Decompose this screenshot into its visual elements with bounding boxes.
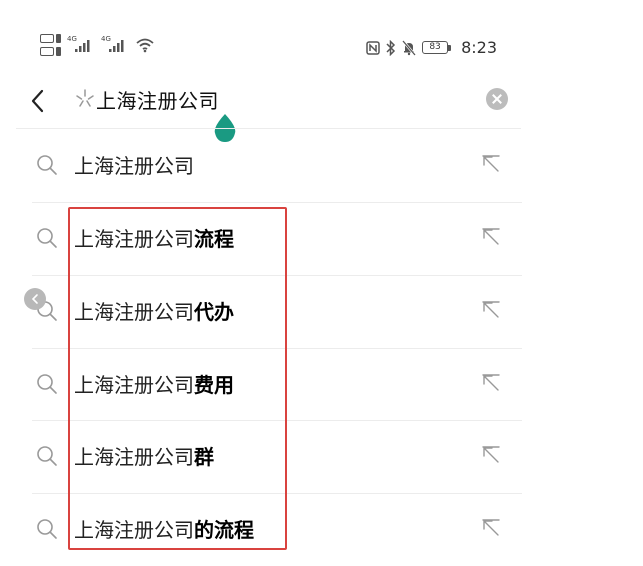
- fill-query-arrow-icon[interactable]: [482, 228, 500, 246]
- sim-cards-icon: [40, 34, 61, 56]
- battery-level: 83: [422, 41, 449, 54]
- signal-icon: 4G: [101, 35, 129, 55]
- battery-icon: 83: [422, 41, 452, 54]
- status-bar: 4G 4G 83 8:23: [0, 0, 643, 90]
- search-icon: [37, 228, 57, 248]
- fill-query-arrow-icon[interactable]: [482, 519, 500, 537]
- clock: 8:23: [461, 38, 497, 57]
- status-left: 4G 4G: [40, 34, 155, 56]
- bluetooth-icon: [386, 39, 396, 56]
- suggestion-text: 上海注册公司: [74, 154, 194, 178]
- fill-query-arrow-icon[interactable]: [482, 155, 500, 173]
- sparkle-icon[interactable]: [74, 88, 96, 110]
- search-bar: 上海注册公司: [16, 78, 521, 124]
- fill-query-arrow-icon[interactable]: [482, 301, 500, 319]
- search-divider: [16, 128, 521, 129]
- status-right: 83 8:23: [366, 38, 497, 57]
- clear-icon[interactable]: [486, 88, 508, 110]
- list-item[interactable]: 上海注册公司: [30, 130, 520, 202]
- search-icon: [37, 446, 57, 466]
- highlight-annotation: [68, 207, 287, 550]
- fill-query-arrow-icon[interactable]: [482, 374, 500, 392]
- search-icon: [37, 519, 57, 539]
- wifi-icon: [136, 38, 154, 53]
- signal-icon: 4G: [67, 35, 95, 55]
- search-icon: [37, 374, 57, 394]
- fill-query-arrow-icon[interactable]: [482, 446, 500, 464]
- mute-bell-icon: [402, 39, 417, 56]
- side-drawer-handle[interactable]: [24, 288, 46, 310]
- search-icon: [37, 155, 57, 175]
- back-arrow-icon[interactable]: [26, 86, 50, 116]
- nfc-icon: [366, 40, 380, 55]
- search-input[interactable]: 上海注册公司: [96, 85, 219, 114]
- chevron-left-icon: [31, 294, 38, 304]
